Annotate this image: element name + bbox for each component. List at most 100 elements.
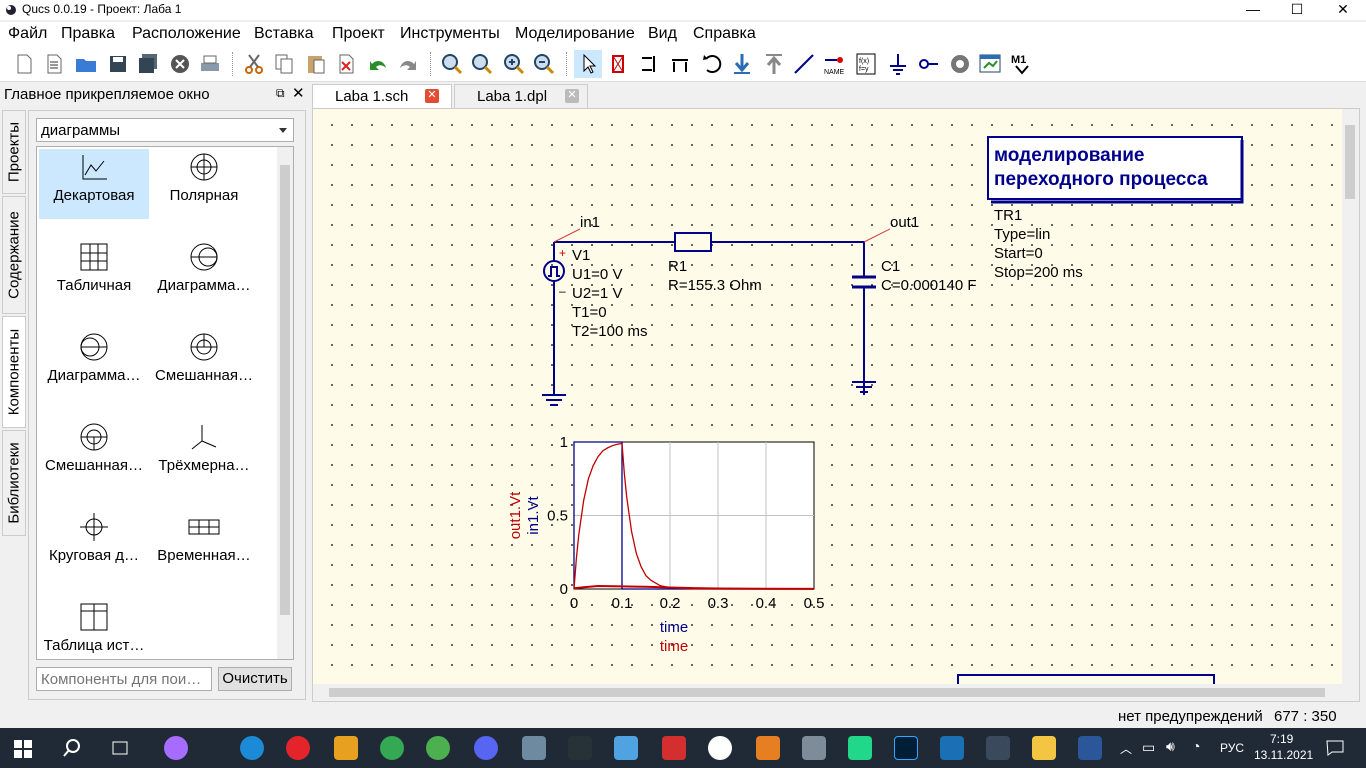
discord-icon[interactable] [474,736,498,760]
paint-icon[interactable] [614,736,638,760]
menu-layout[interactable]: Расположение [132,25,241,43]
task-view-icon[interactable] [110,738,130,758]
schematic-canvas[interactable]: моделирование переходного процесса in1 o… [313,109,1343,685]
windows-start-icon[interactable] [14,740,32,758]
menu-project[interactable]: Проект [332,25,385,43]
mirror-y-icon[interactable] [666,50,694,78]
paste-icon[interactable] [302,50,330,78]
ground-symbol-1[interactable] [542,394,566,406]
side-tab-contents[interactable]: Содержание [2,196,26,314]
minimize-button[interactable]: — [1230,0,1276,20]
notification-icon[interactable] [1326,740,1344,756]
zoom-fit-icon[interactable] [438,50,466,78]
capacitor-value[interactable]: C=0.000140 F [881,277,977,294]
component-admittance-smith[interactable]: Диаграмма… [39,329,149,399]
menu-insert[interactable]: Вставка [254,25,313,43]
sim-param-type[interactable]: Type=lin [994,226,1050,243]
component-smith[interactable]: Диаграмма… [149,239,259,309]
undo-icon[interactable] [364,50,392,78]
scroll-thumb[interactable] [280,165,290,615]
opera-icon[interactable] [286,736,310,760]
side-tab-components[interactable]: Компоненты [2,316,26,428]
canvas-vertical-scrollbar[interactable] [1342,109,1359,685]
capacitor-symbol[interactable] [852,257,876,309]
menu-file[interactable]: Файл [8,25,47,43]
menu-help[interactable]: Справка [693,25,756,43]
net-label-in[interactable]: in1 [580,214,600,231]
yandex-icon[interactable] [708,736,732,760]
dock-float-icon[interactable]: ⧉ [276,86,285,101]
marker-icon[interactable]: M1 [1008,50,1036,78]
close-doc-icon[interactable] [166,50,194,78]
clear-search-button[interactable]: Очистить [218,667,292,691]
source-name[interactable]: V1 [572,247,590,264]
net-label-out[interactable]: out1 [890,214,919,231]
zoom-in-icon[interactable] [500,50,528,78]
source-param-t2[interactable]: T2=100 ms [572,323,647,340]
qucs-taskbar-icon[interactable] [986,736,1010,760]
category-select[interactable]: диаграммы [36,118,294,142]
canvas-horizontal-scrollbar[interactable] [313,684,1343,701]
edge-icon[interactable] [240,736,264,760]
copy-icon[interactable] [270,50,298,78]
rotate-icon[interactable] [698,50,726,78]
component-timing[interactable]: Временная… [149,509,259,579]
maximize-button[interactable]: ☐ [1274,0,1320,20]
source-param-u1[interactable]: U1=0 V [572,266,622,283]
app-icon[interactable] [940,736,964,760]
redo-icon[interactable] [394,50,422,78]
component-smith-polar[interactable]: Смешанная… [39,419,149,489]
title-text-box[interactable]: моделирование переходного процесса [987,136,1244,204]
wire-label-icon[interactable]: NAME [822,50,850,78]
side-tab-projects[interactable]: Проекты [2,110,26,194]
view-data-icon[interactable] [976,50,1004,78]
new-file-icon[interactable] [10,50,38,78]
delete-icon[interactable] [332,50,360,78]
explorer-icon[interactable] [1032,736,1056,760]
tab-close-icon[interactable]: ✕ [565,89,579,103]
cut-icon[interactable] [240,50,268,78]
resistor-symbol[interactable] [674,232,712,252]
menu-tools[interactable]: Инструменты [400,25,500,43]
tray-chevron-icon[interactable]: ︿ [1120,740,1132,757]
simulate-gear-icon[interactable] [946,50,974,78]
zoom-out-icon[interactable] [530,50,558,78]
component-locus-curve[interactable]: Круговая д… [39,509,149,579]
matlab-icon[interactable] [756,736,780,760]
app-icon[interactable] [522,736,546,760]
search-icon[interactable] [62,738,82,758]
network-icon[interactable]: ◔ [1192,738,1200,754]
capacitor-name[interactable]: C1 [881,258,900,275]
menu-view[interactable]: Вид [648,25,677,43]
component-cartesian[interactable]: Декартовая [39,149,149,219]
clock-date[interactable]: 13.11.2021 [1254,748,1313,762]
zoom-selection-icon[interactable] [468,50,496,78]
menu-edit[interactable]: Правка [61,25,115,43]
sim-param-start[interactable]: Start=0 [994,245,1043,262]
port-icon[interactable] [914,50,942,78]
component-3d-cartesian[interactable]: Трёхмерна… [149,419,259,489]
component-polar-smith[interactable]: Смешанная… [149,329,259,399]
photoshop-icon[interactable] [894,736,918,760]
pycharm-icon[interactable] [848,736,872,760]
component-list-scrollbar[interactable] [277,147,293,659]
side-tab-libraries[interactable]: Библиотеки [2,430,26,536]
component-search-input[interactable] [36,667,212,691]
sim-param-stop[interactable]: Stop=200 ms [994,264,1083,281]
save-all-icon[interactable] [134,50,162,78]
tab-close-icon[interactable]: ✕ [425,89,439,103]
cortana-icon[interactable] [164,736,188,760]
tab-display[interactable]: Laba 1.dpl ✕ [454,84,588,108]
save-icon[interactable] [104,50,132,78]
close-button[interactable]: ✕ [1320,0,1366,20]
open-folder-icon[interactable] [72,50,100,78]
scroll-thumb[interactable] [1345,125,1355,199]
sim-name[interactable]: TR1 [994,207,1022,224]
source-param-u2[interactable]: U2=1 V [572,285,622,302]
resistor-value[interactable]: R=155.3 Ohm [668,277,762,294]
print-icon[interactable] [196,50,224,78]
new-text-icon[interactable] [40,50,68,78]
select-pointer-icon[interactable] [574,50,602,78]
equation-icon[interactable]: f(x)f=y [852,50,880,78]
app-icon[interactable] [334,736,358,760]
